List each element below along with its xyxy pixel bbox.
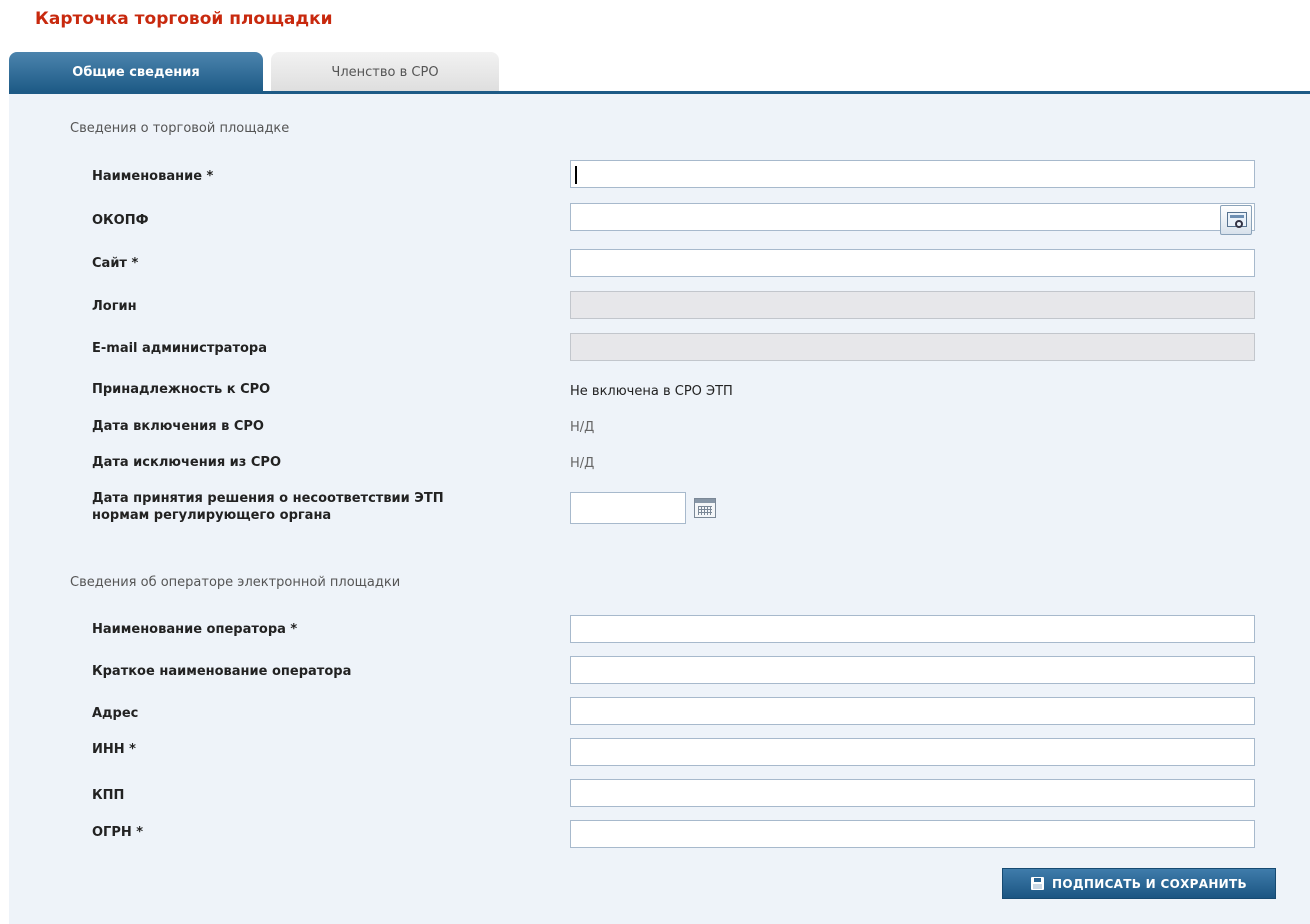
- text-caret: [575, 166, 577, 184]
- tab-sro-membership[interactable]: Членство в СРО: [271, 52, 499, 92]
- sro-exclusion-date-label: Дата исключения из СРО: [92, 455, 281, 470]
- admin-email-label: E-mail администратора: [92, 341, 267, 356]
- platform-section-title: Сведения о торговой площадке: [70, 121, 290, 136]
- address-input[interactable]: [570, 697, 1255, 725]
- site-input[interactable]: [570, 249, 1255, 277]
- site-label: Сайт *: [92, 256, 139, 271]
- page-title: Карточка торговой площадки: [35, 9, 333, 29]
- ogrn-input[interactable]: [570, 820, 1255, 848]
- sro-membership-value: Не включена в СРО ЭТП: [570, 384, 733, 399]
- tab-general-info[interactable]: Общие сведения: [9, 52, 263, 92]
- inn-label: ИНН *: [92, 742, 136, 757]
- sign-and-save-label: ПОДПИСАТЬ И СОХРАНИТЬ: [1052, 876, 1247, 891]
- save-icon: [1031, 877, 1045, 890]
- okopf-input[interactable]: [570, 203, 1255, 231]
- sign-and-save-button[interactable]: ПОДПИСАТЬ И СОХРАНИТЬ: [1002, 868, 1276, 899]
- tab-bar: Общие сведения Членство в СРО: [9, 52, 1310, 94]
- noncompliance-date-label-line1: Дата принятия решения о несоответствии Э…: [92, 491, 444, 506]
- admin-email-input: [570, 333, 1255, 361]
- inn-input[interactable]: [570, 738, 1255, 766]
- noncompliance-date-label: Дата принятия решения о несоответствии Э…: [92, 490, 444, 524]
- login-input: [570, 291, 1255, 319]
- ogrn-label: ОГРН *: [92, 825, 144, 840]
- sro-exclusion-date-value: Н/Д: [570, 456, 595, 471]
- name-input[interactable]: [570, 160, 1255, 188]
- okopf-label: ОКОПФ: [92, 213, 149, 228]
- login-label: Логин: [92, 299, 137, 314]
- calendar-icon[interactable]: [694, 498, 716, 518]
- operator-name-label: Наименование оператора *: [92, 622, 298, 637]
- magnifier-icon: [1235, 220, 1243, 228]
- name-label: Наименование *: [92, 169, 214, 184]
- operator-section-title: Сведения об операторе электронной площад…: [70, 575, 401, 590]
- noncompliance-date-label-line2: нормам регулирующего органа: [92, 508, 332, 523]
- kpp-input[interactable]: [570, 779, 1255, 807]
- noncompliance-date-input[interactable]: [570, 492, 686, 524]
- kpp-label: КПП: [92, 788, 125, 803]
- sro-inclusion-date-value: Н/Д: [570, 420, 595, 435]
- okopf-lookup-button[interactable]: [1220, 205, 1252, 235]
- address-label: Адрес: [92, 706, 139, 721]
- sro-inclusion-date-label: Дата включения в СРО: [92, 419, 264, 434]
- operator-name-input[interactable]: [570, 615, 1255, 643]
- sro-membership-label: Принадлежность к СРО: [92, 382, 271, 397]
- operator-short-name-input[interactable]: [570, 656, 1255, 684]
- operator-short-name-label: Краткое наименование оператора: [92, 664, 352, 679]
